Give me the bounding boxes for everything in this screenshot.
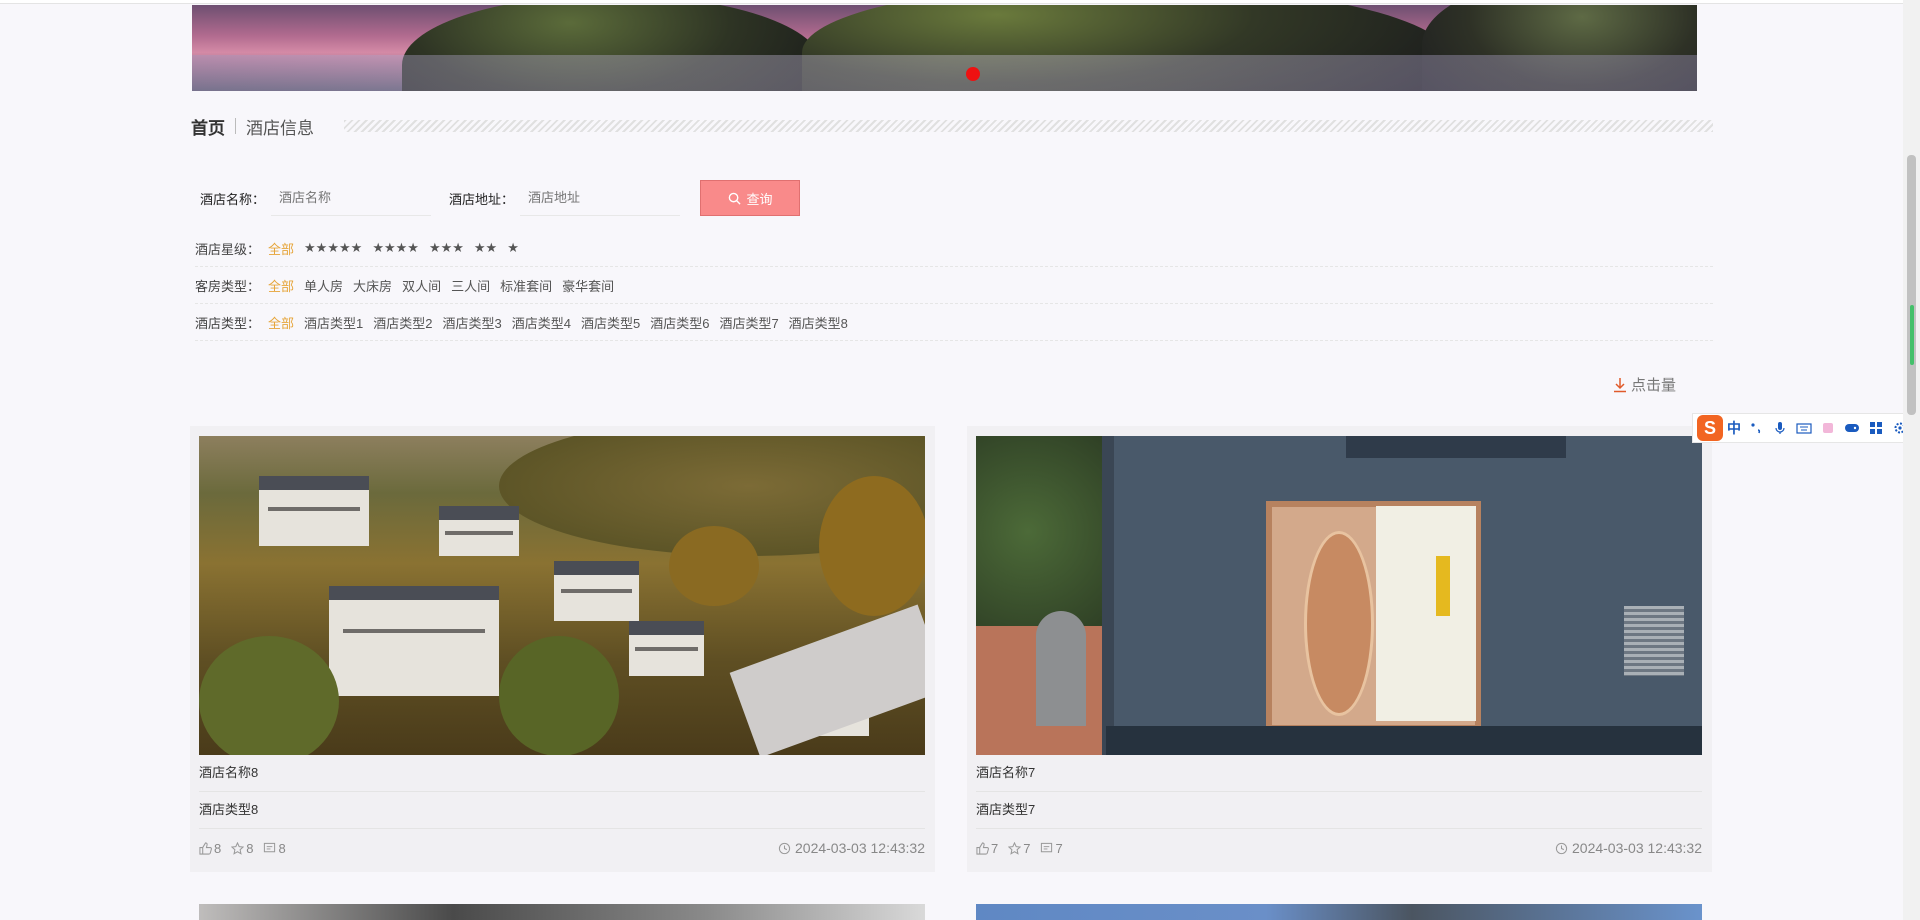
ime-mode[interactable]: 中: [1727, 418, 1741, 438]
banner-carousel[interactable]: [192, 5, 1697, 91]
hotel-name[interactable]: 酒店名称7: [976, 762, 1702, 792]
skin-icon[interactable]: [1819, 419, 1837, 437]
filter-option[interactable]: ★: [507, 240, 519, 256]
hotel-address-input[interactable]: [520, 180, 681, 216]
thumbs-up-icon: [976, 841, 989, 855]
filter-option[interactable]: 酒店类型1: [304, 313, 363, 332]
breadcrumb-home[interactable]: 首页: [191, 114, 225, 139]
hotel-address-label: 酒店地址：: [449, 191, 515, 207]
filter-option[interactable]: 双人间: [402, 276, 441, 295]
carousel-indicator-dot[interactable]: [966, 67, 980, 81]
favorite-count[interactable]: 7: [1008, 841, 1030, 856]
hotel-meta: 8 8 8 2024-03-03 12:43:32: [199, 838, 925, 858]
filter-option[interactable]: 豪华套间: [562, 276, 614, 295]
filter-option[interactable]: 酒店类型6: [650, 313, 709, 332]
search-icon: [728, 192, 741, 205]
ime-toolbar[interactable]: S 中: [1692, 413, 1920, 443]
thumbs-up-icon: [199, 841, 212, 855]
filter-option[interactable]: ★★★★: [372, 240, 419, 256]
scrollbar-thumb[interactable]: [1907, 155, 1916, 415]
hotel-meta: 7 7 7 2024-03-03 12:43:32: [976, 838, 1702, 858]
toolbox-icon[interactable]: [1867, 419, 1885, 437]
search-button-label: 查询: [746, 191, 773, 207]
filter-option[interactable]: 大床房: [353, 276, 392, 295]
hotel-image[interactable]: [976, 904, 1702, 920]
comment-icon: [264, 842, 276, 852]
breadcrumb-decoration: [344, 120, 1713, 132]
breadcrumb-separator: [235, 118, 236, 134]
breadcrumb: 首页 酒店信息: [191, 112, 1713, 140]
filter-option[interactable]: 酒店类型7: [719, 313, 778, 332]
hotel-image[interactable]: [976, 436, 1702, 755]
hotel-name-label: 酒店名称：: [200, 191, 266, 207]
comment-icon: [1041, 842, 1053, 852]
filter-row-star: 酒店星级： 全部 ★★★★★ ★★★★ ★★★ ★★ ★: [195, 230, 1713, 267]
favorite-count[interactable]: 8: [231, 841, 253, 856]
page-scrollbar[interactable]: [1903, 0, 1920, 920]
filter-option[interactable]: ★★: [474, 240, 497, 256]
keyboard-icon[interactable]: [1795, 419, 1813, 437]
filter-option[interactable]: 酒店类型3: [443, 313, 502, 332]
like-count[interactable]: 8: [199, 841, 221, 856]
publish-date: 2024-03-03 12:43:32: [1555, 840, 1702, 856]
hotel-card[interactable]: 酒店名称8 酒店类型8 8 8 8 2024-03-03 12:43:32: [190, 426, 935, 872]
microphone-icon[interactable]: [1771, 419, 1789, 437]
punctuation-icon[interactable]: [1747, 419, 1765, 437]
filter-option[interactable]: 单人房: [304, 276, 343, 295]
filter-label: 酒店类型：: [195, 315, 261, 331]
filter-option[interactable]: 全部: [268, 276, 294, 295]
hotel-type: 酒店类型8: [199, 799, 925, 829]
sort-by-clicks[interactable]: 点击量: [1612, 374, 1676, 395]
top-border: [0, 0, 1920, 4]
sogou-logo-icon[interactable]: S: [1697, 415, 1723, 441]
filter-option[interactable]: ★★★: [429, 240, 464, 256]
breadcrumb-current: 酒店信息: [246, 118, 314, 138]
sort-label: 点击量: [1631, 377, 1677, 394]
hotel-image[interactable]: [199, 904, 925, 920]
search-button[interactable]: 查询: [700, 180, 801, 216]
filter-row-hotel-type: 酒店类型： 全部 酒店类型1 酒店类型2 酒店类型3 酒店类型4 酒店类型5 酒…: [195, 304, 1713, 341]
like-count[interactable]: 7: [976, 841, 998, 856]
filter-option[interactable]: 酒店类型5: [581, 313, 640, 332]
filter-option[interactable]: ★★★★★: [304, 240, 362, 256]
filter-option[interactable]: 酒店类型4: [512, 313, 571, 332]
hotel-type: 酒店类型7: [976, 799, 1702, 829]
filter-label: 酒店星级：: [195, 241, 261, 257]
search-form: 酒店名称： 酒店地址： 查询: [200, 178, 801, 218]
filter-label: 客房类型：: [195, 278, 261, 294]
filter-option[interactable]: 全部: [268, 313, 294, 332]
star-icon: [231, 841, 245, 855]
hotel-name-input[interactable]: [271, 180, 432, 216]
comment-count[interactable]: 8: [263, 841, 286, 856]
hotel-image[interactable]: [199, 436, 925, 755]
publish-date: 2024-03-03 12:43:32: [778, 840, 925, 856]
filter-option[interactable]: 酒店类型2: [373, 313, 432, 332]
star-icon: [1008, 841, 1022, 855]
hotel-card[interactable]: 酒店名称7 酒店类型7 7 7 7 2024-03-03 12:43:32: [967, 426, 1712, 872]
filter-option[interactable]: 酒店类型8: [789, 313, 848, 332]
filter-option[interactable]: 标准套间: [500, 276, 552, 295]
filter-option[interactable]: 三人间: [451, 276, 490, 295]
clock-icon: [778, 842, 791, 854]
sort-down-icon: [1614, 377, 1626, 392]
filter-panel: 酒店星级： 全部 ★★★★★ ★★★★ ★★★ ★★ ★ 客房类型： 全部 单人…: [195, 230, 1713, 341]
banner-water: [192, 55, 1697, 91]
hotel-name[interactable]: 酒店名称8: [199, 762, 925, 792]
game-icon[interactable]: [1843, 419, 1861, 437]
filter-option[interactable]: 全部: [268, 239, 294, 258]
clock-icon: [1555, 842, 1568, 854]
filter-row-room-type: 客房类型： 全部 单人房 大床房 双人间 三人间 标准套间 豪华套间: [195, 267, 1713, 304]
comment-count[interactable]: 7: [1040, 841, 1063, 856]
